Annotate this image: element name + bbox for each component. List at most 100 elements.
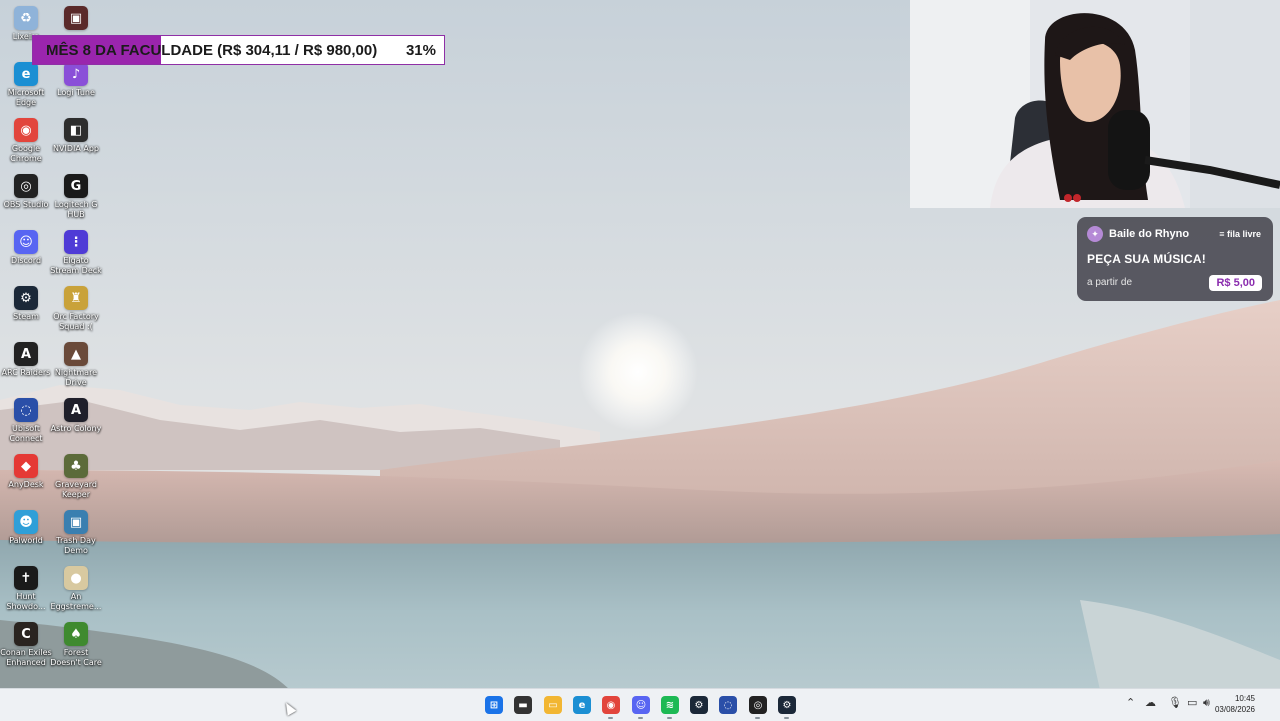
desktop-shortcut[interactable]: ☻ Palworld (0, 506, 52, 546)
goal-progress-banner: MÊS 8 DA FACULDADE (R$ 304,11 / R$ 980,0… (32, 35, 445, 65)
streamer-avatar: ✦ (1087, 226, 1103, 242)
terminal-icon[interactable]: ▬ (514, 696, 532, 714)
game-icon: ♠ (64, 622, 88, 646)
desktop-shortcut-label: Orc Factory Squad :( (53, 312, 99, 331)
steam-icon[interactable]: ⚙ (778, 696, 796, 714)
desktop-shortcut-label: ARC Raiders (1, 368, 51, 377)
desktop-shortcut-label: Forest Doesn't Care (50, 648, 102, 667)
taskbar: ⌃ ☁ 🎙︎ ▭ 🔊︎ 10:45 03/08/2026 ⊞ ▬ ▭ e ◉ ☺ ≋ ⚙ ◌ ◎ ⚙ (0, 688, 1280, 721)
game-icon: ▣ (64, 510, 88, 534)
desktop-shortcut[interactable]: ● An Eggstreme... (50, 562, 102, 612)
desktop-shortcut[interactable]: ◧ NVIDIA App (50, 114, 102, 154)
desktop-shortcut-label: Steam (13, 312, 39, 321)
desktop-shortcut[interactable]: e Microsoft Edge (0, 58, 52, 108)
nvidia-icon: ◧ (64, 118, 88, 142)
chrome-icon: ◉ (14, 118, 38, 142)
song-request-widget: ✦ Baile do Rhyno ≡ fila livre PEÇA SUA M… (1077, 217, 1273, 301)
obs-icon: ◎ (14, 174, 38, 198)
chrome-icon[interactable]: ◉ (602, 696, 620, 714)
queue-label: fila livre (1226, 229, 1261, 239)
desktop-shortcut-label: Elgato Stream Deck (50, 256, 102, 275)
recycle-bin-icon: ♻ (14, 6, 38, 30)
desktop-shortcut[interactable]: C Conan Exiles Enhanced (0, 618, 52, 668)
display-icon[interactable]: ▭ (1187, 696, 1197, 709)
desktop-shortcut-label: Logi Tune (57, 88, 95, 97)
game-icon: C (14, 622, 38, 646)
desktop-shortcut-label: Microsoft Edge (7, 88, 45, 107)
file-explorer-icon[interactable]: ▭ (544, 696, 562, 714)
game-icon: ♣ (64, 454, 88, 478)
queue-icon: ≡ (1219, 229, 1227, 239)
desktop-shortcut-label: Palworld (9, 536, 43, 545)
price-from-label: a partir de (1087, 277, 1133, 288)
desktop-shortcut-label: AnyDesk (8, 480, 44, 489)
microphone-icon[interactable]: 🎙︎ (1168, 696, 1182, 709)
desktop-shortcut[interactable]: ◌ Ubisoft Connect (0, 394, 52, 444)
chevron-up-icon[interactable]: ⌃ (1126, 696, 1135, 709)
desktop-shortcut[interactable]: ⋮ Elgato Stream Deck (50, 226, 102, 276)
streamer-name: Baile do Rhyno (1109, 228, 1190, 240)
desktop-shortcut-label: Discord (10, 256, 42, 265)
windows-start-icon[interactable]: ⊞ (485, 696, 503, 714)
song-widget-title: PEÇA SUA MÚSICA! (1087, 252, 1206, 266)
desktop-shortcut-label: Graveyard Keeper (55, 480, 97, 499)
desktop-shortcut[interactable]: ⚙ Steam (0, 282, 52, 322)
desktop-shortcut-label: Google Chrome (10, 144, 42, 163)
desktop-shortcut-label: Trash Day Demo (56, 536, 96, 555)
game-icon: ▲ (64, 342, 88, 366)
clock-date: 03/08/2026 (1214, 705, 1255, 714)
steam-icon[interactable]: ⚙ (690, 696, 708, 714)
desktop-shortcut[interactable]: ♣ Graveyard Keeper (50, 450, 102, 500)
system-clock[interactable]: 10:45 03/08/2026 (1215, 693, 1255, 715)
desktop-shortcut[interactable]: ☺ Discord (0, 226, 52, 266)
desktop-shortcut-label: Ubisoft Connect (9, 424, 43, 443)
desktop-shortcut[interactable]: ◆ AnyDesk (0, 450, 52, 490)
desktop-shortcut[interactable]: ◎ OBS Studio (0, 170, 52, 210)
spotify-icon[interactable]: ≋ (661, 696, 679, 714)
volume-icon[interactable]: 🔊︎ (1203, 696, 1210, 710)
game-icon: ♜ (64, 286, 88, 310)
desktop-shortcut-label: Logitech G HUB (54, 200, 98, 219)
running-indicator (638, 717, 643, 719)
logi-tune-icon: ♪ (64, 62, 88, 86)
edge-icon: e (14, 62, 38, 86)
webcam-overlay (910, 0, 1280, 208)
cloud-icon[interactable]: ☁ (1145, 696, 1156, 709)
obs-icon[interactable]: ◎ (749, 696, 767, 714)
stream-deck-icon: ⋮ (64, 230, 88, 254)
desktop-shortcut-label: Conan Exiles Enhanced (0, 648, 52, 667)
discord-icon: ☺ (14, 230, 38, 254)
running-indicator (667, 717, 672, 719)
desktop-shortcut[interactable]: ✝ Hunt Showdo... (0, 562, 52, 612)
goal-text: MÊS 8 DA FACULDADE (R$ 304,11 / R$ 980,0… (46, 42, 378, 59)
desktop-shortcut[interactable]: ♜ Orc Factory Squad :( (50, 282, 102, 332)
desktop-shortcut[interactable]: ▲ Nightmare Drive (50, 338, 102, 388)
desktop-shortcut-label: Nightmare Drive (54, 368, 98, 387)
logitech-g-hub-icon: G (64, 174, 88, 198)
edge-icon[interactable]: e (573, 696, 591, 714)
desktop-shortcut[interactable]: A ARC Raiders (0, 338, 52, 378)
desktop-shortcut-label: An Eggstreme... (50, 592, 102, 611)
game-icon: ▣ (64, 6, 88, 30)
desktop-shortcut[interactable]: ♠ Forest Doesn't Care (50, 618, 102, 668)
song-widget-header: ✦ Baile do Rhyno (1087, 226, 1189, 242)
ubisoft-icon[interactable]: ◌ (719, 696, 737, 714)
desktop-shortcut[interactable]: A Astro Colony (50, 394, 102, 434)
arc-raiders-icon: A (14, 342, 38, 366)
desktop-shortcut[interactable]: ▣ (50, 2, 102, 32)
steam-icon: ⚙ (14, 286, 38, 310)
desktop-shortcut[interactable]: ▣ Trash Day Demo (50, 506, 102, 556)
desktop-icons: ♻ Lixeira ▣ e Microsoft Edge ♪ Logi Tune ◉ Googl… (0, 0, 110, 690)
ubisoft-icon: ◌ (14, 398, 38, 422)
game-icon: ✝ (14, 566, 38, 590)
desktop-shortcut[interactable]: G Logitech G HUB (50, 170, 102, 220)
desktop-shortcut-label: OBS Studio (3, 200, 49, 209)
game-icon: ● (64, 566, 88, 590)
discord-icon[interactable]: ☺ (632, 696, 650, 714)
desktop-shortcut[interactable]: ◉ Google Chrome (0, 114, 52, 164)
palworld-icon: ☻ (14, 510, 38, 534)
queue-status: ≡ fila livre (1219, 229, 1261, 239)
game-icon: A (64, 398, 88, 422)
desktop-shortcut-label: Hunt Showdo... (6, 592, 46, 611)
clock-time: 10:45 (1234, 694, 1255, 703)
